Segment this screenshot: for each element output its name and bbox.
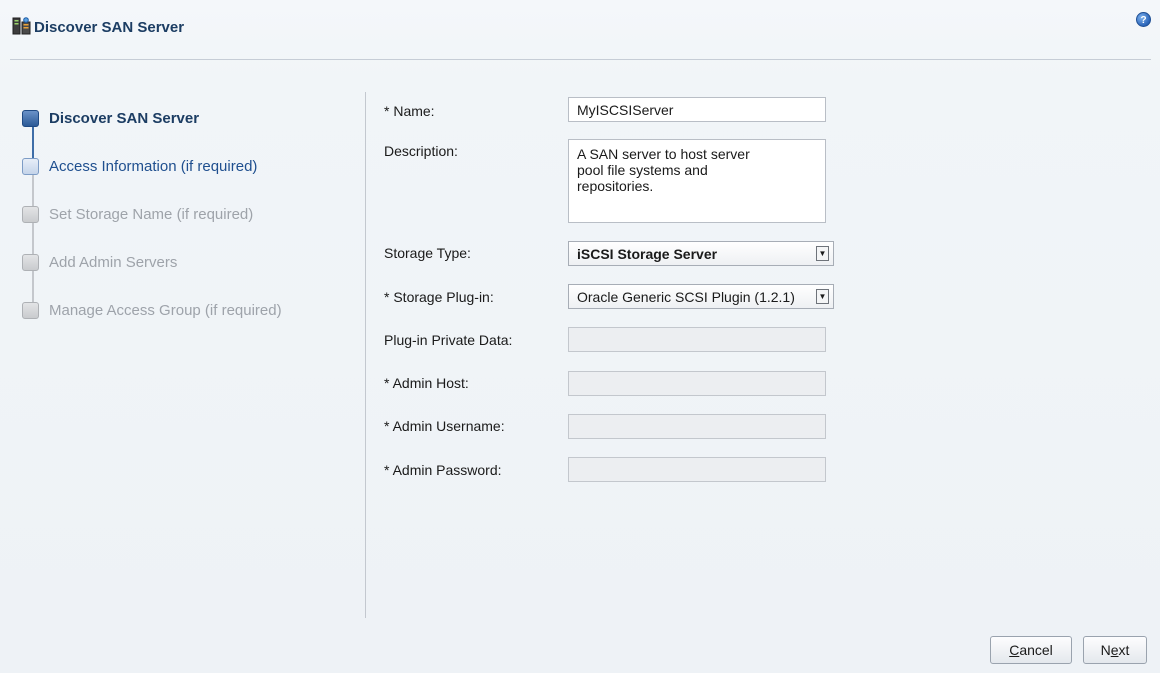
step-disabled-icon: [22, 205, 39, 223]
dropdown-arrow-icon[interactable]: ▼: [816, 289, 829, 304]
admin-username-input: [568, 414, 826, 439]
cancel-mnemonic: C: [1009, 642, 1020, 658]
storage-type-select[interactable]: iSCSI Storage Server ▼: [568, 241, 834, 266]
storage-plugin-value: Oracle Generic SCSI Plugin (1.2.1): [577, 289, 795, 305]
cancel-button[interactable]: Cancel: [990, 636, 1072, 664]
san-server-icon: [12, 17, 31, 35]
step-label: Access Information (if required): [49, 157, 258, 175]
train-step-access-information[interactable]: Access Information (if required): [22, 154, 257, 178]
description-label: Description:: [384, 143, 458, 159]
step-disabled-icon: [22, 301, 39, 319]
name-input[interactable]: MyISCSIServer: [568, 97, 826, 122]
admin-password-label: * Admin Password:: [384, 462, 502, 478]
step-label: Add Admin Servers: [49, 253, 178, 271]
help-icon[interactable]: ?: [1136, 12, 1151, 27]
admin-password-input: [568, 457, 826, 482]
storage-type-label: Storage Type:: [384, 245, 471, 261]
train-step-discover-san-server: Discover SAN Server: [22, 106, 199, 130]
step-label: Discover SAN Server: [49, 109, 200, 127]
next-button[interactable]: Next: [1083, 636, 1147, 664]
next-label-rest: xt: [1118, 642, 1130, 658]
plugin-private-data-input: [568, 327, 826, 352]
admin-host-input: [568, 371, 826, 396]
header-divider: [10, 59, 1151, 60]
storage-plugin-select[interactable]: Oracle Generic SCSI Plugin (1.2.1) ▼: [568, 284, 834, 309]
train-step-add-admin-servers: Add Admin Servers: [22, 250, 177, 274]
step-current-icon: [22, 109, 39, 127]
step-label: Set Storage Name (if required): [49, 205, 254, 223]
storage-plugin-label: * Storage Plug-in:: [384, 289, 494, 305]
train-connector-inactive: [32, 163, 34, 313]
step-label: Manage Access Group (if required): [49, 301, 282, 319]
admin-username-label: * Admin Username:: [384, 418, 505, 434]
cancel-label-rest: ancel: [1019, 642, 1053, 658]
step-next-icon: [22, 157, 39, 175]
dialog-title: Discover SAN Server: [34, 19, 185, 36]
next-label-first: N: [1100, 642, 1111, 658]
next-mnemonic: e: [1110, 642, 1119, 658]
train-step-set-storage-name: Set Storage Name (if required): [22, 202, 253, 226]
admin-host-label: * Admin Host:: [384, 375, 469, 391]
wizard-train: Discover SAN Server Access Information (…: [22, 100, 352, 340]
dropdown-arrow-icon[interactable]: ▼: [816, 246, 829, 261]
train-step-manage-access-group: Manage Access Group (if required): [22, 298, 282, 322]
dialog-header: Discover SAN Server ?: [0, 0, 1160, 50]
step-disabled-icon: [22, 253, 39, 271]
description-textarea[interactable]: A SAN server to host server pool file sy…: [568, 139, 826, 223]
name-label: * Name:: [384, 103, 435, 119]
plugin-private-data-label: Plug-in Private Data:: [384, 332, 513, 348]
storage-type-value: iSCSI Storage Server: [577, 246, 718, 262]
panel-divider: [365, 92, 366, 618]
